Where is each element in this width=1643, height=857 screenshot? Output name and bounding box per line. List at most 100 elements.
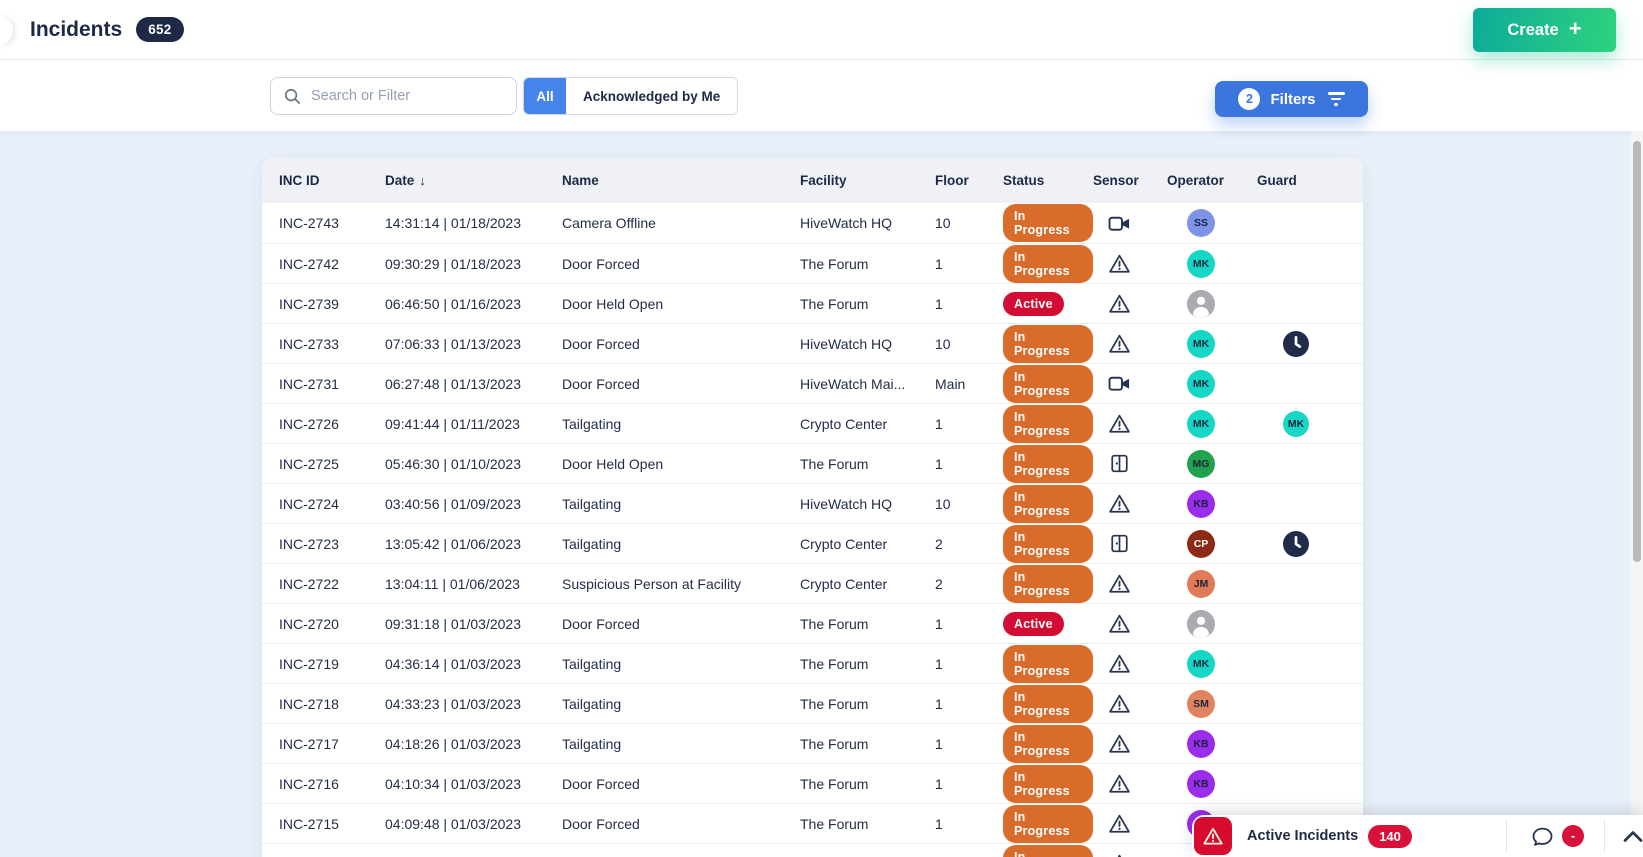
chat-icon[interactable]: [1531, 825, 1554, 848]
cell-facility: Crypto Center: [800, 536, 935, 552]
column-header-facility[interactable]: Facility: [800, 173, 935, 188]
cell-name: Door Forced: [562, 616, 800, 632]
status-badge: In Progress: [1003, 445, 1093, 483]
table-row[interactable]: INC-2717 04:18:26 | 01/03/2023 Tailgatin…: [262, 723, 1363, 763]
cell-facility: The Forum: [800, 736, 935, 752]
cell-name: Tailgating: [562, 696, 800, 712]
cell-status: In Progress: [1003, 765, 1093, 803]
table-row[interactable]: INC-2716 04:10:34 | 01/03/2023 Door Forc…: [262, 763, 1363, 803]
table-row[interactable]: INC-2743 14:31:14 | 01/18/2023 Camera Of…: [262, 203, 1363, 243]
filters-count-badge: 2: [1238, 88, 1260, 110]
table-row[interactable]: INC-2739 06:46:50 | 01/16/2023 Door Held…: [262, 283, 1363, 323]
unassigned-person-icon: [1187, 610, 1215, 638]
cell-name: Suspicious Person at Facility: [562, 576, 800, 592]
cell-inc-id: INC-2724: [279, 496, 385, 512]
search-input[interactable]: [311, 88, 504, 104]
status-badge: In Progress: [1003, 325, 1093, 363]
avatar: MK: [1187, 650, 1215, 678]
cell-date: 14:31:14 | 01/18/2023: [385, 215, 562, 231]
cell-facility: HiveWatch HQ: [800, 496, 935, 512]
avatar: JM: [1187, 570, 1215, 598]
create-button-label: Create: [1507, 21, 1558, 40]
plus-icon: +: [1569, 18, 1582, 40]
avatar: SM: [1187, 690, 1215, 718]
avatar: MG: [1187, 450, 1215, 478]
table-row[interactable]: INC-2719 04:36:14 | 01/03/2023 Tailgatin…: [262, 643, 1363, 683]
cell-floor: 1: [935, 696, 1003, 712]
cell-sensor: [1108, 253, 1167, 274]
table-row[interactable]: INC-2726 09:41:44 | 01/11/2023 Tailgatin…: [262, 403, 1363, 443]
table-row[interactable]: INC-2723 13:05:42 | 01/06/2023 Tailgatin…: [262, 523, 1363, 563]
incidents-count-badge: 652: [136, 17, 183, 42]
cell-name: Door Held Open: [562, 296, 800, 312]
filters-button-label: Filters: [1270, 91, 1315, 108]
table-row[interactable]: INC-2718 04:33:23 | 01/03/2023 Tailgatin…: [262, 683, 1363, 723]
sidebar-toggle-notch[interactable]: [0, 16, 13, 44]
cell-name: Tailgating: [562, 536, 800, 552]
status-badge: In Progress: [1003, 565, 1093, 603]
cell-status: In Progress: [1003, 725, 1093, 763]
cell-inc-id: INC-2719: [279, 656, 385, 672]
cell-facility: The Forum: [800, 696, 935, 712]
cell-status: In Progress: [1003, 485, 1093, 523]
cell-date: 09:31:18 | 01/03/2023: [385, 616, 562, 632]
cell-operator: CP: [1167, 530, 1257, 558]
column-header-floor[interactable]: Floor: [935, 173, 1003, 188]
table-row[interactable]: INC-2733 07:06:33 | 01/13/2023 Door Forc…: [262, 323, 1363, 363]
warning-icon: [1108, 653, 1131, 674]
table-row[interactable]: INC-2725 05:46:30 | 01/10/2023 Door Held…: [262, 443, 1363, 483]
warning-icon: [1108, 293, 1131, 314]
filter-toolbar: All Acknowledged by Me 2 Filters: [0, 60, 1643, 131]
warning-icon: [1108, 853, 1131, 857]
avatar: MK: [1187, 250, 1215, 278]
cell-status: In Progress: [1003, 204, 1093, 242]
status-badge: In Progress: [1003, 845, 1093, 857]
cell-date: 04:33:23 | 01/03/2023: [385, 696, 562, 712]
cell-inc-id: INC-2715: [279, 816, 385, 832]
cell-sensor: [1108, 653, 1167, 674]
cell-floor: 1: [935, 416, 1003, 432]
cell-facility: Crypto Center: [800, 576, 935, 592]
page-scrollbar-thumb[interactable]: [1633, 141, 1641, 562]
table-row[interactable]: INC-2742 09:30:29 | 01/18/2023 Door Forc…: [262, 243, 1363, 283]
active-incidents-bar[interactable]: Active Incidents 140 -: [1192, 815, 1643, 857]
tab-acknowledged-by-me[interactable]: Acknowledged by Me: [566, 78, 737, 114]
cell-inc-id: INC-2723: [279, 536, 385, 552]
warning-icon: [1108, 693, 1131, 714]
cell-operator: KB: [1167, 770, 1257, 798]
tab-all[interactable]: All: [524, 78, 566, 114]
cell-operator: JM: [1167, 570, 1257, 598]
cell-inc-id: INC-2720: [279, 616, 385, 632]
table-row[interactable]: INC-2724 03:40:56 | 01/09/2023 Tailgatin…: [262, 483, 1363, 523]
cell-inc-id: INC-2716: [279, 776, 385, 792]
cell-guard: [1257, 331, 1363, 357]
column-header-name[interactable]: Name: [562, 173, 800, 188]
search-box[interactable]: [270, 77, 517, 115]
divider: [1506, 819, 1507, 853]
cell-operator: MK: [1167, 650, 1257, 678]
page-title: Incidents: [30, 18, 122, 42]
column-header-date[interactable]: Date↓: [385, 173, 562, 188]
cell-status: In Progress: [1003, 445, 1093, 483]
chevron-up-icon[interactable]: [1623, 830, 1643, 843]
cell-operator: MK: [1167, 250, 1257, 278]
table-row[interactable]: INC-2720 09:31:18 | 01/03/2023 Door Forc…: [262, 603, 1363, 643]
cell-name: Door Forced: [562, 336, 800, 352]
cell-date: 05:46:30 | 01/10/2023: [385, 456, 562, 472]
cell-date: 13:04:11 | 01/06/2023: [385, 576, 562, 592]
cell-status: In Progress: [1003, 525, 1093, 563]
column-header-guard[interactable]: Guard: [1257, 173, 1363, 188]
table-row[interactable]: INC-2722 13:04:11 | 01/06/2023 Suspiciou…: [262, 563, 1363, 603]
column-header-inc-id[interactable]: INC ID: [279, 173, 385, 188]
cell-floor: 2: [935, 536, 1003, 552]
cell-inc-id: INC-2726: [279, 416, 385, 432]
scope-segmented-control: All Acknowledged by Me: [523, 77, 738, 115]
table-row[interactable]: INC-2731 06:27:48 | 01/13/2023 Door Forc…: [262, 363, 1363, 403]
filters-button[interactable]: 2 Filters: [1215, 81, 1368, 117]
column-header-operator[interactable]: Operator: [1167, 173, 1257, 188]
create-button[interactable]: Create +: [1473, 8, 1616, 52]
column-header-status[interactable]: Status: [1003, 173, 1093, 188]
column-header-sensor[interactable]: Sensor: [1093, 173, 1167, 188]
cell-guard: MK: [1257, 411, 1363, 437]
cell-name: Door Held Open: [562, 456, 800, 472]
